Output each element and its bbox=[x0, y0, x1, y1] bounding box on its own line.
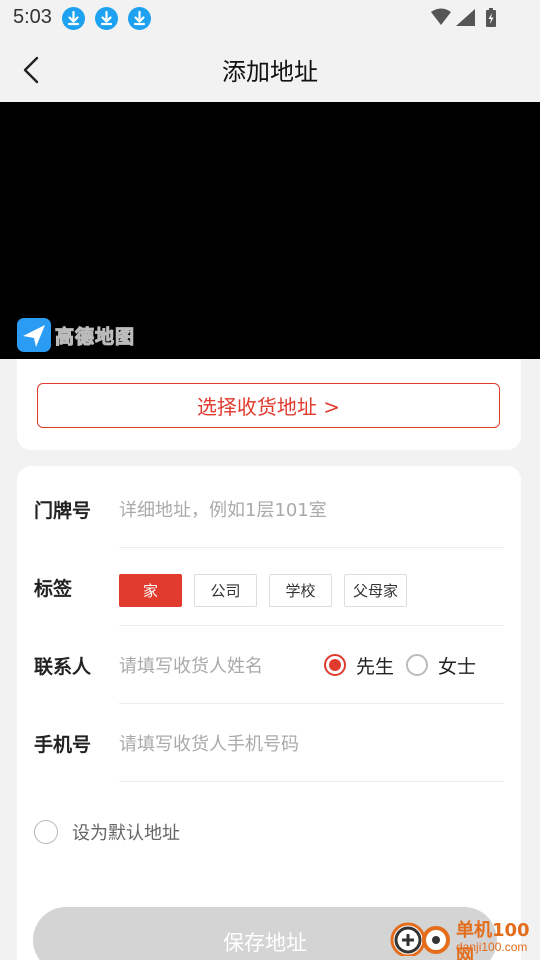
tags-row: 标签 家 公司 学校 父母家 bbox=[34, 548, 504, 626]
phone-label: 手机号 bbox=[34, 733, 92, 756]
door-number-input[interactable]: 详细地址，例如1层101室 bbox=[119, 470, 327, 548]
select-address-button[interactable]: 选择收货地址 > bbox=[37, 383, 500, 428]
tag-home[interactable]: 家 bbox=[119, 574, 182, 607]
radio-unchecked-icon[interactable] bbox=[406, 654, 428, 676]
danji-logo-icon bbox=[390, 922, 450, 956]
address-form: 门牌号 详细地址，例如1层101室 标签 家 公司 学校 父母家 联系人 请填写… bbox=[17, 466, 521, 960]
amap-logo-text: 高德地图 bbox=[54, 325, 136, 348]
battery-charging-icon bbox=[486, 8, 496, 27]
download-icon bbox=[128, 7, 151, 30]
tag-school[interactable]: 学校 bbox=[269, 574, 332, 607]
download-icon bbox=[95, 7, 118, 30]
watermark-en: danji100.com bbox=[456, 940, 528, 954]
contact-label: 联系人 bbox=[34, 655, 92, 678]
divider bbox=[119, 781, 504, 782]
tag-company[interactable]: 公司 bbox=[194, 574, 257, 607]
map-view[interactable]: 高德地图 bbox=[0, 102, 540, 359]
gender-mr-option[interactable]: 先生 bbox=[324, 626, 394, 704]
tag-parents-home[interactable]: 父母家 bbox=[344, 574, 407, 607]
door-number-label: 门牌号 bbox=[34, 499, 92, 522]
gender-mr-label: 先生 bbox=[356, 655, 395, 678]
default-address-toggle[interactable]: 设为默认地址 bbox=[34, 814, 180, 850]
gender-ms-option[interactable]: 女士 bbox=[406, 626, 476, 704]
page-title: 添加地址 bbox=[222, 58, 318, 86]
amap-logo-icon bbox=[17, 318, 51, 352]
phone-input[interactable]: 请填写收货人手机号码 bbox=[119, 704, 299, 782]
tags-label: 标签 bbox=[34, 577, 73, 600]
contact-row: 联系人 请填写收货人姓名 先生 女士 bbox=[34, 626, 504, 704]
radio-checked-icon[interactable] bbox=[324, 654, 346, 676]
radio-unchecked-icon[interactable] bbox=[34, 820, 58, 844]
contact-name-input[interactable]: 请填写收货人姓名 bbox=[119, 626, 263, 704]
select-address-card: 选择收货地址 > bbox=[17, 359, 521, 450]
status-bar: 5:03 bbox=[0, 0, 540, 38]
signal-icon bbox=[456, 9, 475, 26]
header: 添加地址 bbox=[0, 38, 540, 102]
phone-row: 手机号 请填写收货人手机号码 bbox=[34, 704, 504, 782]
gender-ms-label: 女士 bbox=[438, 655, 477, 678]
wifi-icon bbox=[431, 8, 451, 25]
default-address-label: 设为默认地址 bbox=[72, 823, 180, 844]
amap-logo: 高德地图 bbox=[17, 317, 135, 353]
door-number-row: 门牌号 详细地址，例如1层101室 bbox=[34, 470, 504, 548]
system-icons bbox=[430, 7, 500, 29]
download-icon bbox=[62, 7, 85, 30]
status-time: 5:03 bbox=[13, 6, 52, 28]
watermark: 单机100网 danji100.com bbox=[388, 914, 540, 960]
